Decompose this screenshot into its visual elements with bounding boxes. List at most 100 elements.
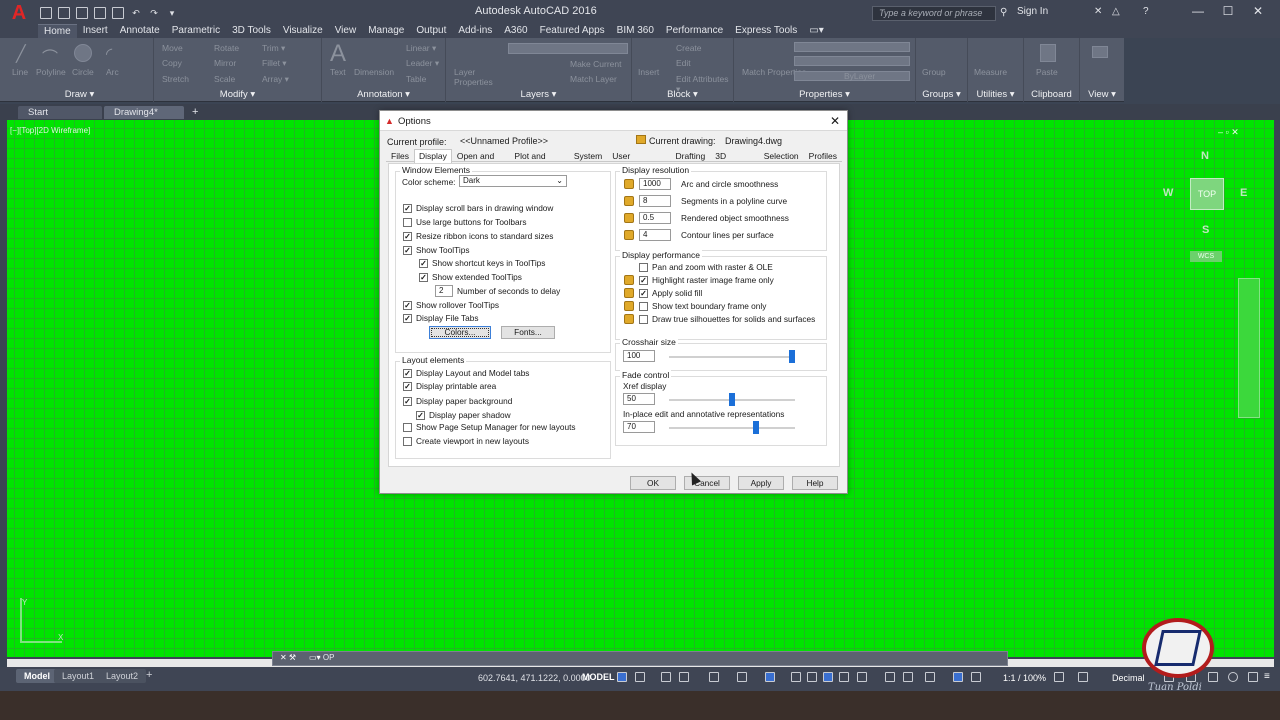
panel-draw-label[interactable]: Draw ▾ <box>6 89 153 100</box>
annotation-monitor-icon[interactable] <box>1078 672 1088 682</box>
dialog-title-bar[interactable] <box>380 111 847 131</box>
wcs-menu[interactable]: WCS <box>1190 251 1222 262</box>
checkbox[interactable]: ✓ <box>403 231 412 241</box>
help-icon[interactable]: ? <box>1143 6 1149 17</box>
tab-visualize[interactable]: Visualize <box>277 24 329 38</box>
create-block-tool[interactable]: Create <box>676 43 702 53</box>
hardware-acceleration-icon[interactable] <box>1228 672 1238 682</box>
insert-block-tool[interactable]: Insert <box>638 67 659 77</box>
table-tool[interactable]: Table <box>406 74 426 84</box>
layout-model-tabs-checkbox[interactable]: ✓ Display Layout and Model tabs <box>403 368 529 378</box>
stretch-tool[interactable]: Stretch <box>162 74 189 84</box>
tab-view[interactable]: View <box>329 24 363 38</box>
fillet-tool[interactable]: Fillet ▾ <box>262 58 287 69</box>
checkbox[interactable]: ✓ <box>419 258 428 268</box>
add-layout-button[interactable]: + <box>146 669 152 681</box>
a360-icon[interactable]: △ <box>1112 6 1120 17</box>
command-line[interactable] <box>272 651 1008 666</box>
help-button[interactable]: Help <box>792 476 838 490</box>
arc-smoothness-input[interactable]: 1000 <box>639 178 671 190</box>
highlight-raster-checkbox[interactable]: ✓ Highlight raster image frame only <box>639 275 774 285</box>
rendered-smoothness-input[interactable]: 0.5 <box>639 212 671 224</box>
create-viewport-checkbox[interactable]: Create viewport in new layouts <box>403 436 529 446</box>
tab-open-and-save[interactable]: Open and Save <box>452 149 510 173</box>
panel-layers-label[interactable]: Layers ▾ <box>446 89 631 100</box>
tab-user-preferences[interactable]: User Preferences <box>607 149 670 173</box>
ok-button[interactable]: OK <box>630 476 676 490</box>
color-dropdown[interactable] <box>794 42 910 52</box>
panel-clipboard-label[interactable]: Clipboard <box>1024 89 1079 100</box>
command-close-icon[interactable]: ✕ ⚒ <box>280 653 296 662</box>
checkbox[interactable] <box>639 314 648 324</box>
binoculars-icon[interactable]: ⚲ <box>1000 7 1007 18</box>
layout-tab-layout1[interactable]: Layout1 <box>54 669 103 683</box>
grid-icon[interactable] <box>617 672 627 682</box>
printable-area-checkbox[interactable]: ✓ Display printable area <box>403 381 496 391</box>
scrollbars-checkbox[interactable]: ✓ Display scroll bars in drawing window <box>403 203 553 213</box>
text-tool-icon[interactable]: A <box>330 40 346 68</box>
rotate-tool[interactable]: Rotate <box>214 43 239 53</box>
navigation-bar[interactable] <box>1238 278 1260 418</box>
workspace-gear-icon[interactable] <box>1054 672 1064 682</box>
tab-featured-apps[interactable]: Featured Apps <box>534 24 611 38</box>
annotation-visibility-icon[interactable] <box>925 672 935 682</box>
tab-selection[interactable]: Selection <box>759 149 804 162</box>
checkbox[interactable] <box>403 436 412 446</box>
apply-solid-fill-checkbox[interactable]: ✓ Apply solid fill <box>639 288 702 298</box>
ortho-icon[interactable] <box>661 672 671 682</box>
match-layer-tool[interactable]: Match Layer <box>570 74 617 84</box>
xref-slider-thumb[interactable] <box>729 393 735 406</box>
fonts-button[interactable]: Fonts... <box>501 326 555 339</box>
panel-modify-label[interactable]: Modify ▾ <box>154 89 321 100</box>
layer-dropdown[interactable] <box>508 43 628 54</box>
paper-shadow-checkbox[interactable]: ✓ Display paper shadow <box>416 410 511 420</box>
color-scheme-select[interactable]: Dark ⌄ <box>459 175 567 187</box>
tab-system[interactable]: System <box>569 149 607 162</box>
layer-properties-tool[interactable]: Layer Properties <box>454 67 504 87</box>
autocad-logo-icon[interactable]: A <box>4 2 34 24</box>
checkbox[interactable]: ✓ <box>403 300 412 310</box>
edit-block-tool[interactable]: Edit <box>676 58 691 68</box>
display-file-tabs-checkbox[interactable]: ✓ Display File Tabs <box>403 313 479 323</box>
snap-icon[interactable] <box>635 672 645 682</box>
object-snap-icon[interactable] <box>765 672 775 682</box>
tab-performance[interactable]: Performance <box>660 24 729 38</box>
show-shortcut-keys-checkbox[interactable]: ✓ Show shortcut keys in ToolTips <box>419 258 545 268</box>
minimize-icon[interactable]: — <box>1188 4 1208 20</box>
paste-icon[interactable] <box>1040 44 1056 62</box>
sign-in-link[interactable]: Sign In <box>1017 6 1048 17</box>
tab-add-ins[interactable]: Add-ins <box>452 24 498 38</box>
checkbox[interactable] <box>639 262 648 272</box>
gizmo-icon[interactable] <box>903 672 913 682</box>
selection-filter-icon[interactable] <box>885 672 895 682</box>
apply-button[interactable]: Apply <box>738 476 784 490</box>
file-tab-drawing4[interactable]: Drawing4* <box>104 106 184 119</box>
annotation-scale-icon[interactable] <box>971 672 981 682</box>
transparency-icon[interactable] <box>807 672 817 682</box>
maximize-icon[interactable]: ☐ <box>1218 4 1238 20</box>
move-tool[interactable]: Move <box>162 43 183 53</box>
close-window-icon[interactable]: ✕ <box>1248 4 1268 20</box>
object-snap-tracking-icon[interactable] <box>737 672 747 682</box>
arc-icon[interactable]: ◜ <box>106 44 112 64</box>
trim-tool[interactable]: Trim ▾ <box>262 43 285 54</box>
file-tab-start[interactable]: Start <box>18 106 102 119</box>
checkbox[interactable] <box>639 301 648 311</box>
show-tooltips-checkbox[interactable]: ✓ Show ToolTips <box>403 245 470 255</box>
measure-tool[interactable]: Measure <box>974 67 1007 77</box>
pan-zoom-raster-checkbox[interactable]: Pan and zoom with raster & OLE <box>639 262 773 272</box>
annotation-scale[interactable]: 1:1 / 100% <box>1003 673 1046 683</box>
linear-tool[interactable]: Linear ▾ <box>406 43 436 54</box>
leader-tool[interactable]: Leader ▾ <box>406 58 439 69</box>
checkbox[interactable]: ✓ <box>403 368 412 378</box>
tab-home[interactable]: Home <box>38 24 77 38</box>
inplace-fade-input[interactable]: 70 <box>623 421 655 433</box>
tab-3d-tools[interactable]: 3D Tools <box>226 24 277 38</box>
save-as-icon[interactable] <box>94 7 106 19</box>
tab-3d-modeling[interactable]: 3D Modeling <box>710 149 758 173</box>
contour-lines-input[interactable]: 4 <box>639 229 671 241</box>
text-boundary-checkbox[interactable]: Show text boundary frame only <box>639 301 766 311</box>
open-file-icon[interactable] <box>58 7 70 19</box>
tab-drafting[interactable]: Drafting <box>670 149 710 162</box>
checkbox[interactable]: ✓ <box>416 410 425 420</box>
